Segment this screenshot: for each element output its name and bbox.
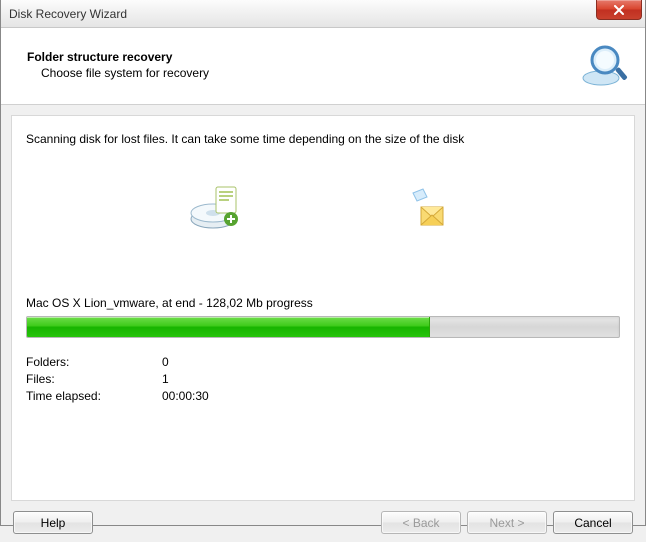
stats-table: Folders: 0 Files: 1 Time elapsed: 00:00:… (26, 352, 209, 406)
cancel-button[interactable]: Cancel (553, 511, 633, 534)
close-button[interactable] (596, 0, 642, 20)
stat-row-files: Files: 1 (26, 372, 209, 386)
files-label: Files: (26, 372, 162, 386)
scanning-status-text: Scanning disk for lost files. It can tak… (26, 132, 620, 146)
disk-scan-icon (187, 179, 243, 238)
progress-label: Mac OS X Lion_vmware, at end - 128,02 Mb… (26, 296, 620, 310)
wizard-content: Scanning disk for lost files. It can tak… (11, 115, 635, 501)
wizard-header: Folder structure recovery Choose file sy… (1, 28, 645, 105)
progress-fill (27, 317, 430, 337)
folders-label: Folders: (26, 355, 162, 369)
stat-row-folders: Folders: 0 (26, 355, 209, 369)
files-value: 1 (162, 372, 209, 386)
back-button: < Back (381, 511, 461, 534)
button-bar: Help < Back Next > Cancel (1, 511, 645, 542)
elapsed-value: 00:00:30 (162, 389, 209, 403)
close-icon (613, 5, 625, 15)
folder-mail-icon (403, 179, 459, 238)
next-button: Next > (467, 511, 547, 534)
wizard-subheading: Choose file system for recovery (41, 66, 209, 80)
stat-row-elapsed: Time elapsed: 00:00:30 (26, 389, 209, 403)
folders-value: 0 (162, 355, 209, 369)
progress-bar (26, 316, 620, 338)
wizard-header-text: Folder structure recovery Choose file sy… (27, 50, 209, 80)
magnifier-disk-icon (579, 40, 629, 90)
help-button[interactable]: Help (13, 511, 93, 534)
window-title: Disk Recovery Wizard (9, 7, 127, 21)
elapsed-label: Time elapsed: (26, 389, 162, 403)
illustration-row (26, 176, 620, 240)
wizard-heading: Folder structure recovery (27, 50, 209, 64)
title-bar: Disk Recovery Wizard (1, 0, 645, 28)
